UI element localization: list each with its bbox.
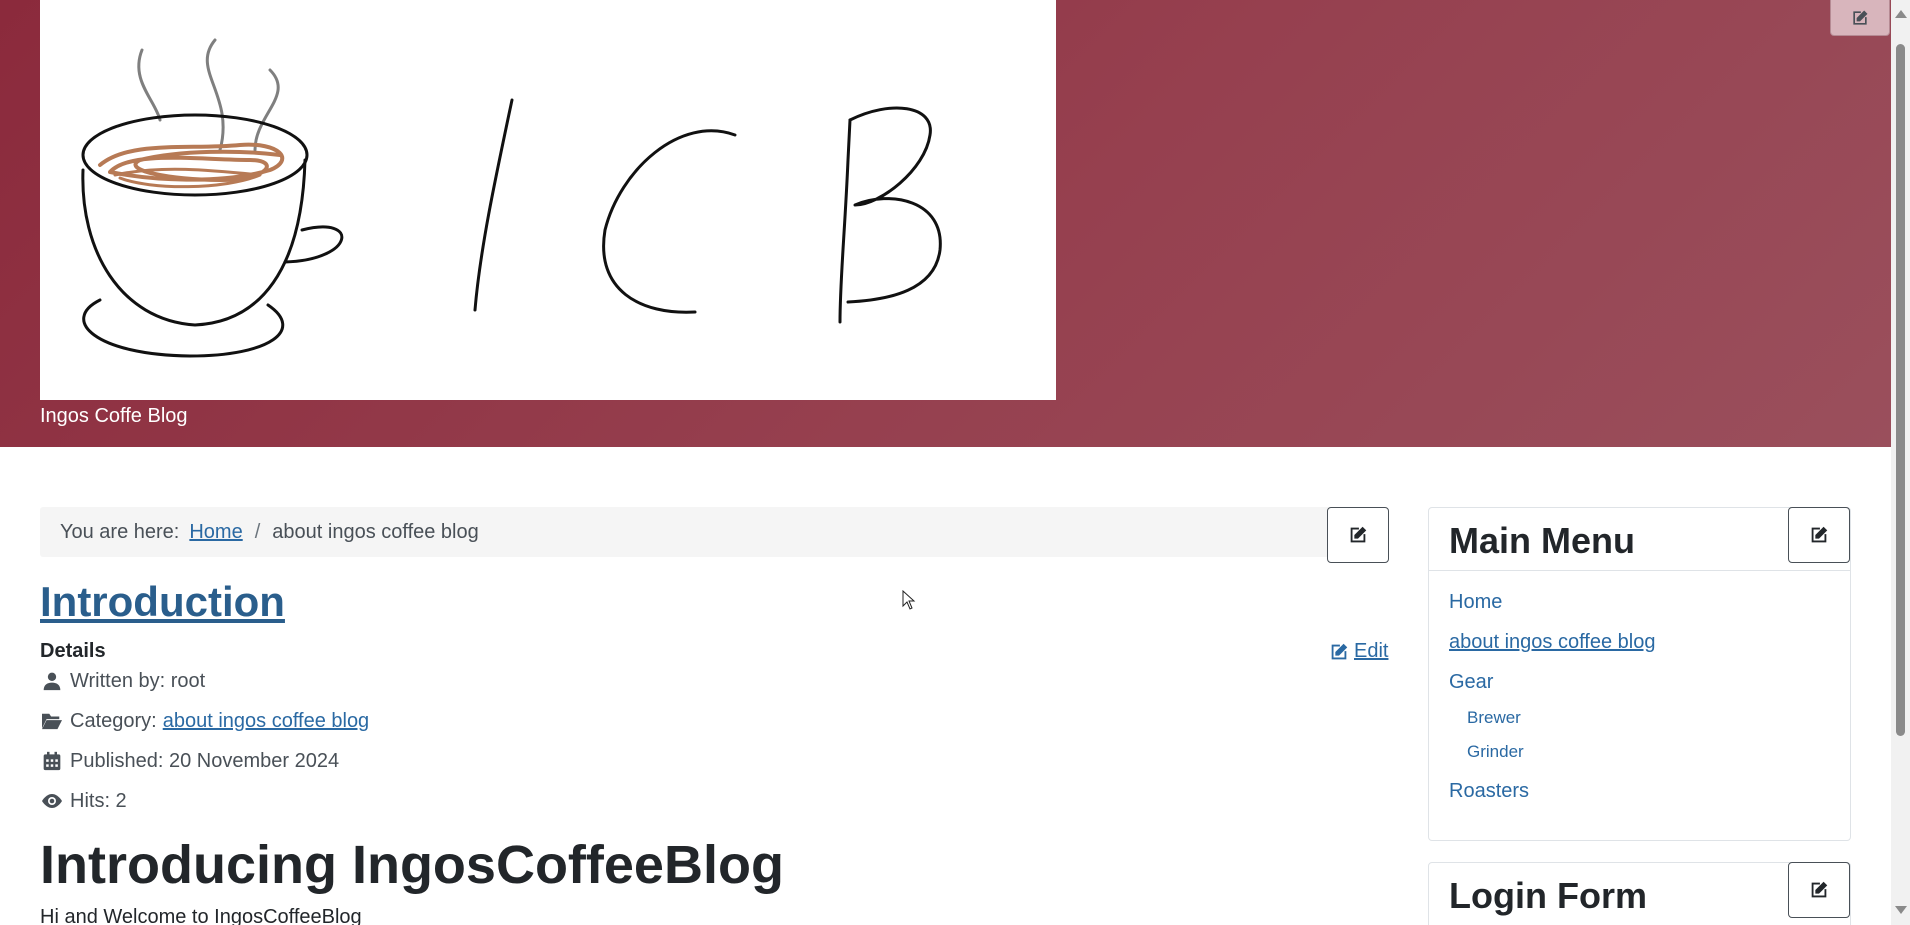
page-scrollbar[interactable] — [1891, 0, 1910, 925]
breadcrumb-home-link[interactable]: Home — [189, 521, 242, 544]
eye-icon — [40, 789, 64, 813]
meta-category: Category: about ingos coffee blog — [40, 709, 369, 733]
edit-icon — [1331, 643, 1348, 659]
main-menu-title: Main Menu — [1429, 508, 1850, 571]
article-edit-link[interactable]: Edit — [1328, 640, 1388, 663]
breadcrumb-edit-button[interactable] — [1327, 507, 1389, 563]
details-label: Details — [40, 640, 106, 662]
hits-text: Hits: 2 — [70, 789, 127, 812]
edit-link-label: Edit — [1354, 640, 1389, 662]
breadcrumb-separator: / — [254, 520, 261, 543]
user-icon — [40, 669, 64, 693]
category-link[interactable]: about ingos coffee blog — [163, 710, 369, 733]
folder-open-icon — [40, 709, 64, 733]
edit-icon — [1811, 881, 1828, 898]
meta-author: Written by: root — [40, 669, 205, 693]
breadcrumb: You are here: Home / about ingos coffee … — [40, 507, 1388, 557]
calendar-icon — [40, 749, 64, 773]
site-header: Ingos Coffe Blog — [0, 0, 1891, 447]
menu-item-brewer[interactable]: Brewer — [1449, 708, 1850, 728]
scrollbar-thumb[interactable] — [1896, 44, 1905, 736]
article-title-link[interactable]: Introduction — [40, 578, 285, 626]
main-menu-edit-button[interactable] — [1788, 507, 1850, 563]
menu-item-gear[interactable]: Gear — [1449, 671, 1850, 694]
module-edit-button[interactable] — [1830, 0, 1890, 36]
article-intro: Hi and Welcome to IngosCoffeeBlog — [40, 906, 362, 925]
site-description: Ingos Coffe Blog — [40, 405, 188, 427]
menu-item-grinder[interactable]: Grinder — [1449, 742, 1850, 762]
login-form-title: Login Form — [1429, 863, 1850, 925]
site-logo[interactable] — [40, 0, 1056, 400]
menu-item-about[interactable]: about ingos coffee blog — [1449, 631, 1850, 654]
published-text: Published: 20 November 2024 — [70, 749, 340, 772]
meta-published: Published: 20 November 2024 — [40, 749, 339, 773]
menu-item-roasters[interactable]: Roasters — [1449, 780, 1850, 803]
article-heading: Introducing IngosCoffeeBlog — [40, 835, 784, 895]
scroll-up-icon[interactable] — [1895, 10, 1907, 18]
breadcrumb-current: about ingos coffee blog — [272, 520, 479, 543]
meta-hits: Hits: 2 — [40, 789, 127, 813]
edit-icon — [1811, 526, 1828, 543]
breadcrumb-prefix: You are here: — [60, 520, 180, 543]
edit-icon — [1853, 10, 1868, 25]
main-menu-list: Home about ingos coffee blog Gear Brewer… — [1429, 571, 1850, 803]
menu-item-home[interactable]: Home — [1449, 591, 1850, 614]
mouse-cursor-icon — [902, 590, 916, 610]
scroll-down-icon[interactable] — [1895, 906, 1907, 914]
category-prefix: Category: — [70, 709, 157, 732]
login-form-edit-button[interactable] — [1788, 862, 1850, 918]
written-by-text: Written by: root — [70, 669, 206, 692]
edit-icon — [1350, 526, 1367, 543]
